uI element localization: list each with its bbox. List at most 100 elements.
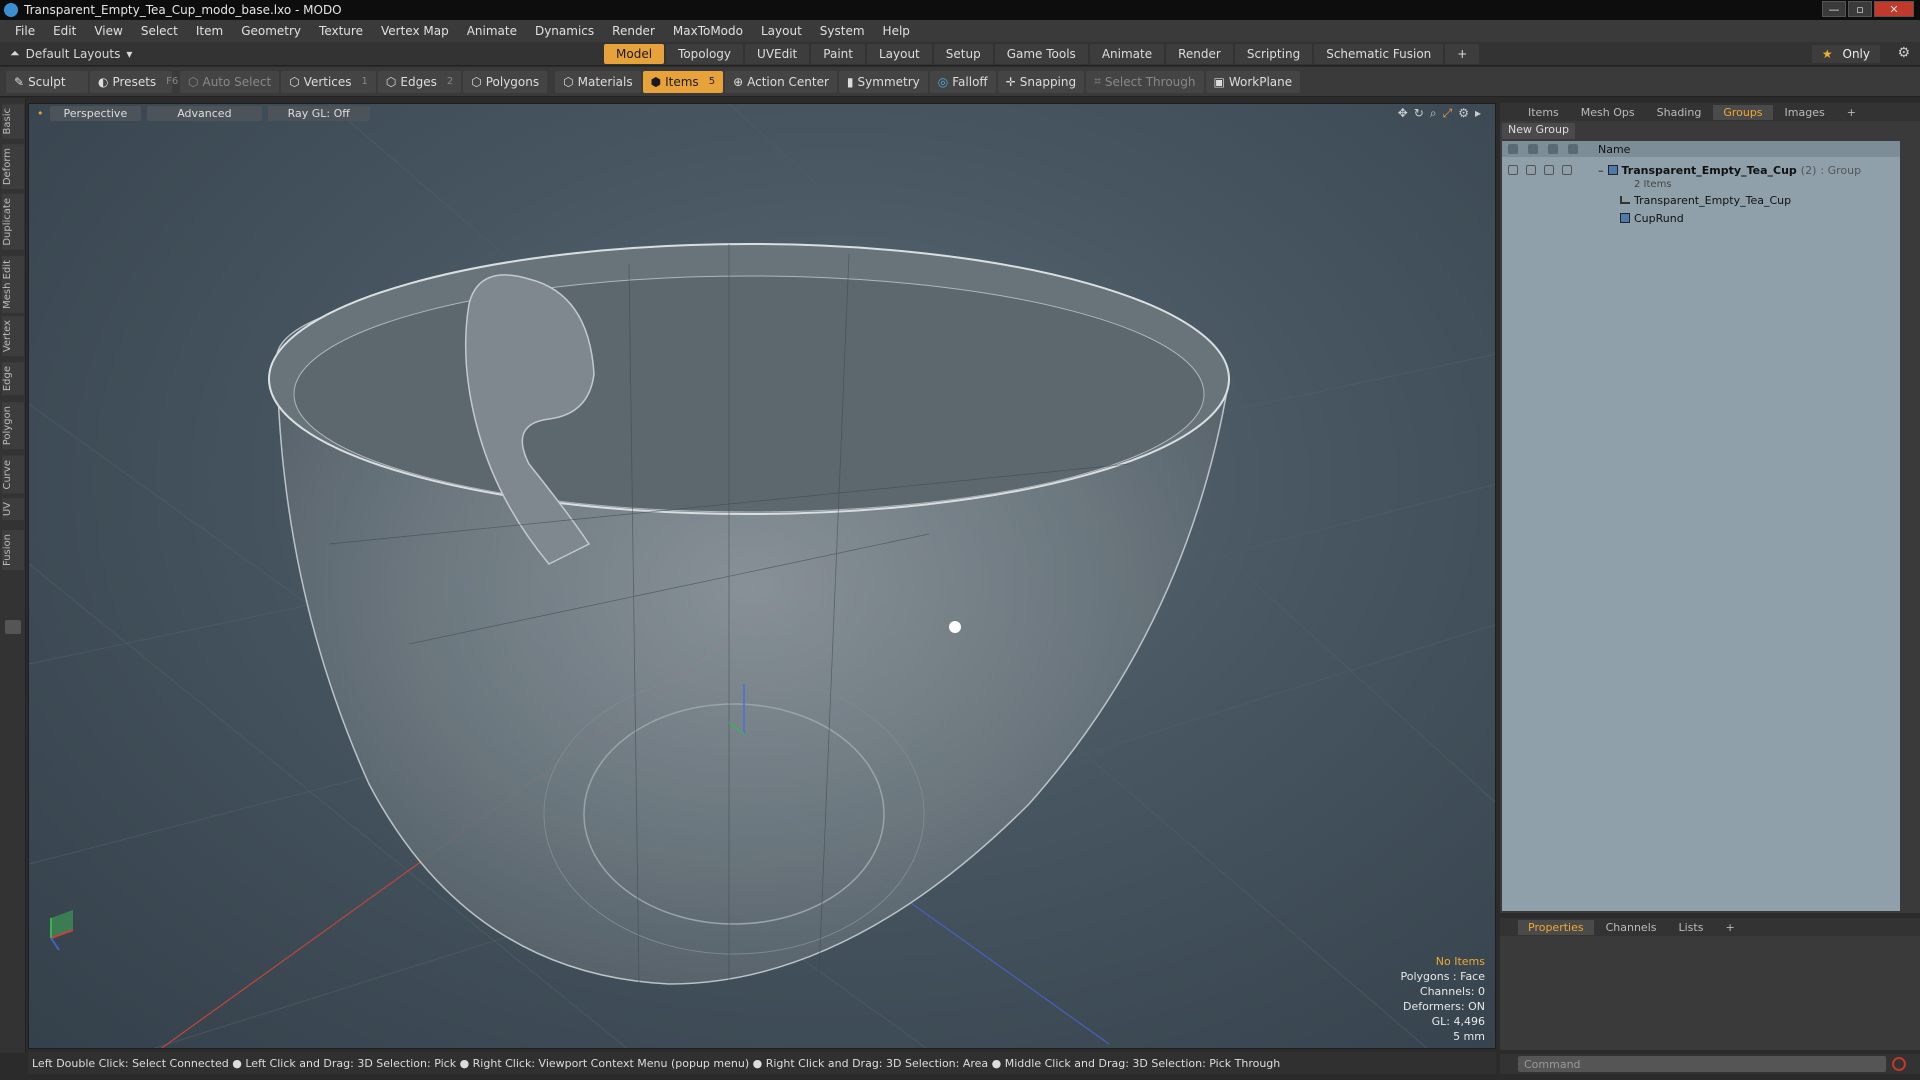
vtab-edge[interactable]: Edge	[2, 362, 24, 396]
tab-scripting[interactable]: Scripting	[1234, 44, 1313, 64]
vtab-deform[interactable]: Deform	[2, 144, 24, 190]
close-button[interactable]: ✕	[1874, 1, 1914, 17]
action-center-button[interactable]: ⊕ Action Center	[725, 70, 837, 93]
layout-selector[interactable]: ⏶ Default Layouts ▾	[10, 46, 132, 61]
add-panel-tab-button[interactable]: +	[1837, 105, 1866, 120]
tab-items[interactable]: Items	[1518, 105, 1569, 120]
vtab-fusion[interactable]: Fusion	[2, 530, 24, 570]
group-expand-icon[interactable]: –	[1598, 164, 1604, 177]
materials-button[interactable]: ⬡ Materials	[555, 70, 641, 93]
menu-dynamics[interactable]: Dynamics	[526, 24, 603, 38]
menu-texture[interactable]: Texture	[310, 24, 372, 38]
menu-select[interactable]: Select	[132, 24, 187, 38]
tab-layout[interactable]: Layout	[866, 44, 932, 64]
tab-properties[interactable]: Properties	[1518, 919, 1594, 935]
view-type-button[interactable]: Perspective	[49, 105, 142, 121]
tab-channels[interactable]: Channels	[1596, 920, 1667, 935]
falloff-button[interactable]: ◎ Falloff	[929, 70, 996, 93]
tab-topology[interactable]: Topology	[666, 44, 744, 64]
viewport-expand-dot[interactable]: •	[37, 107, 44, 120]
menu-render[interactable]: Render	[603, 24, 664, 38]
vtab-curve[interactable]: Curve	[2, 456, 24, 494]
gear-icon[interactable]: ⚙	[1897, 45, 1910, 61]
auto-select-button[interactable]: ⬡ Auto Select	[180, 70, 280, 93]
add-tab-button[interactable]: +	[1445, 44, 1480, 64]
tab-paint[interactable]: Paint	[811, 44, 865, 64]
3d-viewport[interactable]: • Perspective Advanced Ray GL: Off ✥ ↻ ⌕…	[28, 103, 1496, 1049]
name-column-header[interactable]: Name	[1598, 143, 1630, 156]
layout-bar: ⏶ Default Layouts ▾ Model Topology UVEdi…	[0, 42, 1920, 66]
expand-toolbox-button[interactable]	[5, 620, 21, 634]
menu-system[interactable]: System	[811, 24, 874, 38]
workplane-button[interactable]: ▣ WorkPlane	[1205, 70, 1301, 93]
vtab-polygon[interactable]: Polygon	[2, 402, 24, 450]
tab-images[interactable]: Images	[1775, 105, 1835, 120]
menu-edit[interactable]: Edit	[44, 24, 85, 38]
select-column-icon[interactable]	[1568, 144, 1578, 154]
render-column-icon[interactable]	[1528, 144, 1538, 154]
vtab-uv[interactable]: UV	[2, 498, 24, 521]
shading-mode-button[interactable]: Advanced	[147, 105, 262, 121]
presets-button[interactable]: ◐ Presets F6	[90, 70, 178, 93]
viewport-stats: No Items Polygons : Face Channels: 0 Def…	[1400, 954, 1485, 1044]
polygons-button[interactable]: ⬡ Polygons	[463, 70, 548, 93]
eye-icon[interactable]	[1508, 165, 1518, 175]
menu-animate[interactable]: Animate	[458, 24, 526, 38]
tab-game-tools[interactable]: Game Tools	[994, 44, 1088, 64]
menu-geometry[interactable]: Geometry	[232, 24, 310, 38]
tab-render[interactable]: Render	[1166, 44, 1233, 64]
symmetry-button[interactable]: ▮ Symmetry	[838, 70, 928, 93]
tab-schematic-fusion[interactable]: Schematic Fusion	[1314, 44, 1444, 64]
tab-uvedit[interactable]: UVEdit	[745, 44, 810, 64]
command-input[interactable]: Command	[1518, 1056, 1886, 1072]
viewport-settings-icon[interactable]: ⚙	[1458, 106, 1469, 121]
tab-lists[interactable]: Lists	[1669, 920, 1714, 935]
only-button[interactable]: ★ Only	[1811, 45, 1880, 63]
edges-icon: ⬡	[385, 74, 397, 89]
menu-vertex-map[interactable]: Vertex Map	[372, 24, 458, 38]
add-properties-tab-button[interactable]: +	[1715, 920, 1744, 935]
sculpt-button[interactable]: ✎ Sculpt	[6, 70, 88, 93]
eye-column-icon[interactable]	[1508, 144, 1518, 154]
stop-command-icon[interactable]	[1892, 1057, 1906, 1071]
raygl-button[interactable]: Ray GL: Off	[267, 105, 370, 121]
tab-animate[interactable]: Animate	[1089, 44, 1165, 64]
edges-button[interactable]: ⬡ Edges 2	[377, 70, 462, 93]
viewport-more-icon[interactable]: ▸	[1475, 106, 1481, 121]
tab-mesh-ops[interactable]: Mesh Ops	[1571, 105, 1645, 120]
lock-icon[interactable]	[1544, 165, 1554, 175]
fit-view-icon[interactable]: ⤢	[1443, 106, 1453, 121]
vtab-mesh-edit[interactable]: Mesh Edit	[2, 256, 24, 313]
select-through-button[interactable]: ⌗ Select Through	[1086, 70, 1204, 93]
zoom-view-icon[interactable]: ⌕	[1430, 106, 1437, 121]
rotate-view-icon[interactable]: ↻	[1414, 106, 1424, 121]
right-panel-tabs: Items Mesh Ops Shading Groups Images +	[1500, 103, 1920, 121]
maximize-button[interactable]: ▫	[1848, 1, 1872, 17]
render-icon[interactable]	[1526, 165, 1536, 175]
lock-column-icon[interactable]	[1548, 144, 1558, 154]
snapping-icon: ✛	[1005, 74, 1016, 89]
menu-layout[interactable]: Layout	[752, 24, 811, 38]
items-button[interactable]: ⬢ Items 5	[642, 70, 724, 93]
minimize-button[interactable]: —	[1822, 1, 1846, 17]
vtab-duplicate[interactable]: Duplicate	[2, 194, 24, 250]
group-row[interactable]: – Transparent_Empty_Tea_Cup (2) : Group	[1502, 161, 1900, 179]
menu-view[interactable]: View	[85, 24, 131, 38]
menu-maxtomodo[interactable]: MaxToModo	[664, 24, 752, 38]
group-child-row[interactable]: Transparent_Empty_Tea_Cup	[1502, 191, 1900, 209]
tab-shading[interactable]: Shading	[1647, 105, 1712, 120]
menu-item[interactable]: Item	[187, 24, 232, 38]
vertices-button[interactable]: ⬡ Vertices 1	[281, 70, 376, 93]
menu-file[interactable]: File	[6, 24, 44, 38]
tab-groups[interactable]: Groups	[1713, 104, 1773, 120]
snapping-button[interactable]: ✛ Snapping	[997, 70, 1085, 93]
group-child-row[interactable]: CupRund	[1502, 209, 1900, 227]
vtab-vertex[interactable]: Vertex	[2, 316, 24, 357]
move-view-icon[interactable]: ✥	[1398, 106, 1408, 121]
tab-setup[interactable]: Setup	[933, 44, 993, 64]
vtab-basic[interactable]: Basic	[2, 104, 24, 139]
menu-help[interactable]: Help	[874, 24, 919, 38]
tab-model[interactable]: Model	[604, 44, 665, 64]
select-toggle-icon[interactable]	[1562, 165, 1572, 175]
new-group-button[interactable]: New Group	[1502, 123, 1575, 139]
